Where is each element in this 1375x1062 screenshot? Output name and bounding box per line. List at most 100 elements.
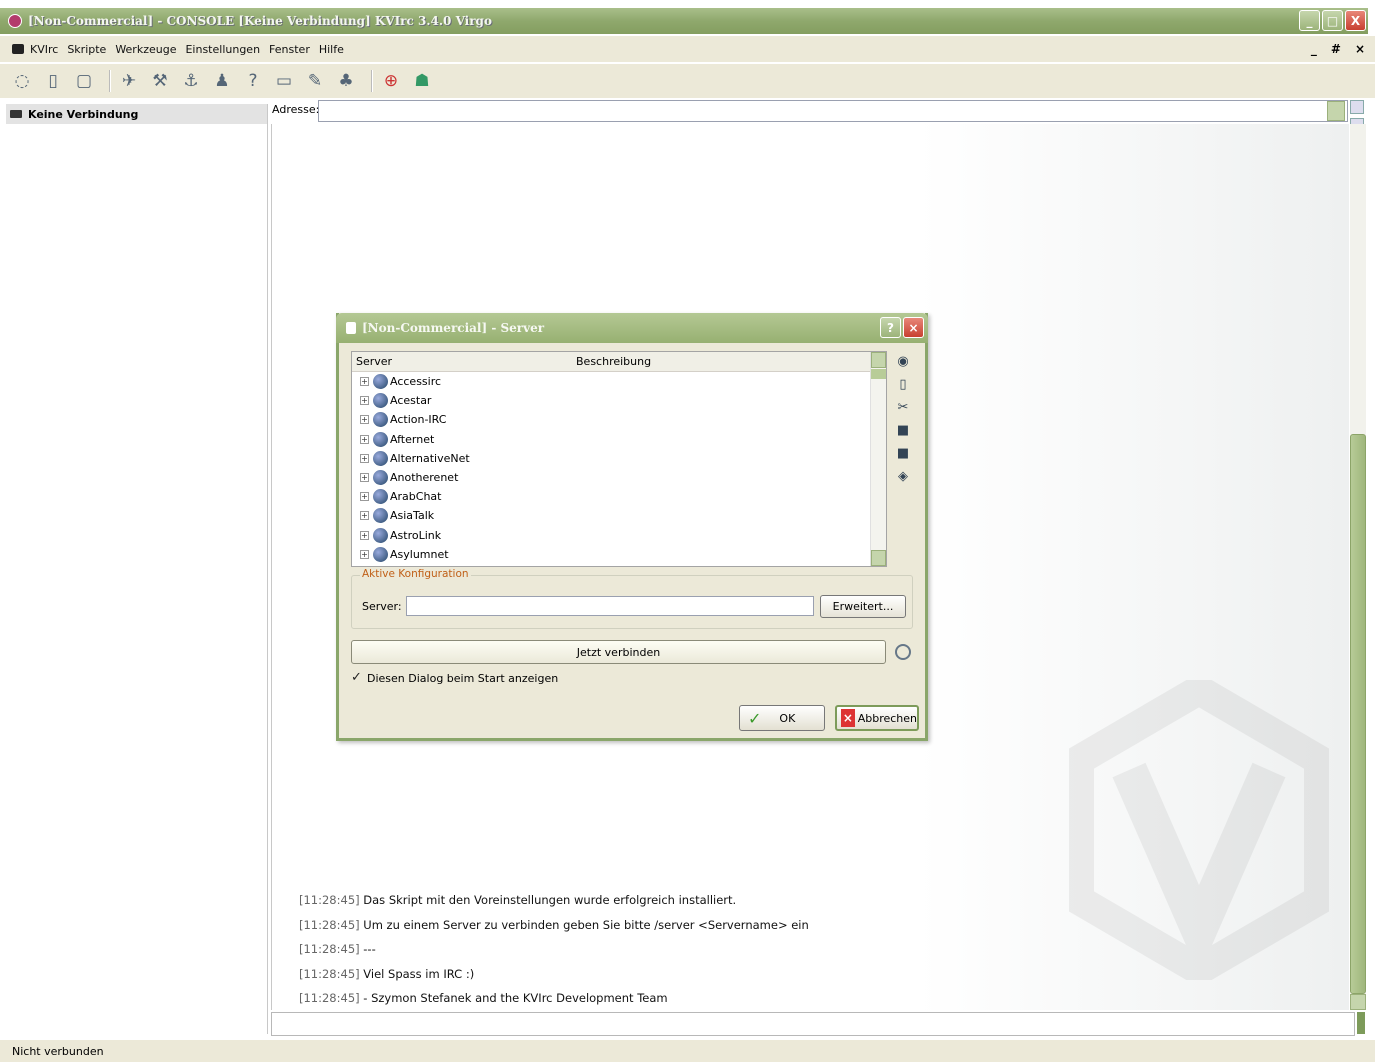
menu-bar: KVIrc Skripte Werkzeuge Einstellungen Fe… (0, 36, 1375, 62)
network-icon[interactable]: ♣ (334, 69, 358, 93)
network-row[interactable]: + AsiaTalk (360, 506, 886, 525)
window-title-bar[interactable]: [Non-Commercial] - CONSOLE [Keine Verbin… (0, 8, 1368, 34)
log-line: [11:28:45] Um zu einem Server zu verbind… (299, 917, 809, 932)
scroll-up-button[interactable] (871, 352, 886, 368)
wrench-icon[interactable]: ⚒ (148, 69, 172, 93)
network-globe-icon (373, 546, 388, 562)
network-row[interactable]: + AstroLink (360, 526, 886, 545)
command-input[interactable] (271, 1012, 1355, 1036)
expand-icon[interactable]: + (360, 549, 369, 559)
console-log: [11:28:45] Das Skript mit den Voreinstel… (299, 888, 809, 1011)
maximize-button[interactable]: □ (1322, 10, 1343, 31)
column-server[interactable]: Server (352, 355, 576, 368)
network-globe-icon (373, 431, 388, 447)
server-dialog: [Non-Commercial] - Server ? × Server Bes… (336, 313, 928, 741)
network-row[interactable]: + Afternet (360, 430, 886, 449)
address-input[interactable] (318, 100, 1348, 122)
new-network-icon[interactable]: ◉ (895, 353, 911, 369)
server-icon[interactable]: ▯ (41, 69, 65, 93)
server-input[interactable] (406, 596, 814, 616)
cancel-x-icon: × (841, 709, 855, 727)
help-icon[interactable]: ? (241, 69, 265, 93)
expand-icon[interactable]: + (360, 473, 369, 483)
anchor-icon[interactable]: ⚓ (179, 69, 203, 93)
menu-kvirc[interactable]: KVIrc (30, 43, 58, 56)
new-server-icon[interactable]: ▯ (895, 376, 911, 392)
ok-label: OK (779, 711, 796, 725)
cancel-label: Abbrechen (857, 711, 917, 725)
help-button[interactable]: ? (880, 317, 901, 338)
scrollbar-thumb[interactable] (1350, 434, 1366, 994)
address-dropdown-button[interactable] (1327, 101, 1345, 121)
menu-fenster[interactable]: Fenster (269, 43, 310, 56)
lifebuoy-icon[interactable]: ⊕ (379, 69, 403, 93)
expand-icon[interactable]: + (360, 453, 369, 463)
menu-hilfe[interactable]: Hilfe (319, 43, 344, 56)
list-scrollbar-thumb[interactable] (871, 369, 886, 379)
checkmark-icon[interactable]: ✓ (351, 671, 365, 685)
expand-icon[interactable]: + (360, 415, 369, 425)
expand-icon[interactable]: + (360, 377, 369, 387)
user-icon[interactable]: ♟ (210, 69, 234, 93)
toolbar-separator (109, 70, 111, 92)
userlist-toggle-icon[interactable] (1350, 100, 1364, 114)
advanced-button[interactable]: Erweitert... (820, 595, 906, 618)
minimize-button[interactable]: _ (1299, 10, 1320, 31)
network-row[interactable]: + Action-IRC (360, 410, 886, 429)
log-line: [11:28:45] Das Skript mit den Voreinstel… (299, 893, 737, 907)
window-icon[interactable]: ▢ (72, 69, 96, 93)
tree-item-console[interactable]: Keine Verbindung (6, 104, 267, 124)
import-icon[interactable]: ◈ (895, 468, 911, 484)
dialog-close-button[interactable]: × (903, 317, 924, 338)
mdi-restore-button[interactable]: # (1331, 42, 1341, 56)
scroll-down-button[interactable] (1350, 994, 1366, 1010)
close-button[interactable]: X (1345, 10, 1366, 31)
dialog-title-bar[interactable]: [Non-Commercial] - Server ? × (336, 313, 928, 343)
remove-icon[interactable]: ✂ (895, 399, 911, 415)
kvirc-watermark-logo (1069, 680, 1329, 980)
history-clock-icon[interactable] (895, 644, 911, 660)
network-globe-icon (373, 527, 388, 543)
show-on-start-checkbox[interactable]: ✓ Diesen Dialog beim Start anzeigen (351, 671, 558, 685)
toolbar-separator (371, 70, 373, 92)
main-toolbar: ◌ ▯ ▢ ✈ ⚒ ⚓ ♟ ? ▭ ✎ ♣ ⊕ ☗ (0, 64, 1375, 98)
network-row[interactable]: + Anotherenet (360, 468, 886, 487)
expand-icon[interactable]: + (360, 530, 369, 540)
network-globe-icon (373, 450, 388, 466)
check-icon: ✓ (748, 708, 762, 728)
copy-icon[interactable]: ■ (895, 422, 911, 438)
mdi-minimize-button[interactable]: _ (1311, 42, 1317, 56)
server-list[interactable]: Server Beschreibung + Accessirc + Acestar … (351, 351, 887, 567)
log-line: [11:28:45] --- (299, 942, 376, 956)
menu-einstellungen[interactable]: Einstellungen (185, 43, 260, 56)
scroll-down-button[interactable] (871, 550, 886, 566)
log-line: [11:28:45] - Szymon Stefanek and the KVI… (299, 991, 668, 1005)
expand-icon[interactable]: + (360, 396, 369, 406)
expand-icon[interactable]: + (360, 492, 369, 502)
network-row[interactable]: + Asylumnet (360, 545, 886, 564)
menu-werkzeuge[interactable]: Werkzeuge (115, 43, 176, 56)
expand-icon[interactable]: + (360, 511, 369, 521)
list-scrollbar[interactable] (870, 352, 886, 566)
network-row[interactable]: + AlternativeNet (360, 449, 886, 468)
connect-icon[interactable]: ◌ (10, 69, 34, 93)
column-description[interactable]: Beschreibung (576, 355, 886, 368)
terminal-icon[interactable]: ▭ (272, 69, 296, 93)
expand-icon[interactable]: + (360, 434, 369, 444)
paste-icon[interactable]: ■ (895, 445, 911, 461)
mdi-close-button[interactable]: × (1355, 42, 1365, 56)
input-mode-indicator[interactable] (1357, 1012, 1365, 1034)
network-row[interactable]: + ArabChat (360, 487, 886, 506)
connect-now-button[interactable]: Jetzt verbinden (351, 640, 886, 664)
server-label: Server: (362, 600, 402, 613)
active-config-group: Aktive Konfiguration Server: Erweitert..… (351, 568, 913, 629)
cancel-button[interactable]: × Abbrechen (835, 705, 919, 731)
menu-skripte[interactable]: Skripte (67, 43, 106, 56)
network-row[interactable]: + Accessirc (360, 372, 886, 391)
tools-icon[interactable]: ✈ (117, 69, 141, 93)
kvirc-icon[interactable]: ☗ (410, 69, 434, 93)
ok-button[interactable]: ✓ OK (739, 705, 825, 731)
edit-icon[interactable]: ✎ (303, 69, 327, 93)
console-scrollbar[interactable] (1350, 124, 1366, 1010)
network-row[interactable]: + Acestar (360, 391, 886, 410)
